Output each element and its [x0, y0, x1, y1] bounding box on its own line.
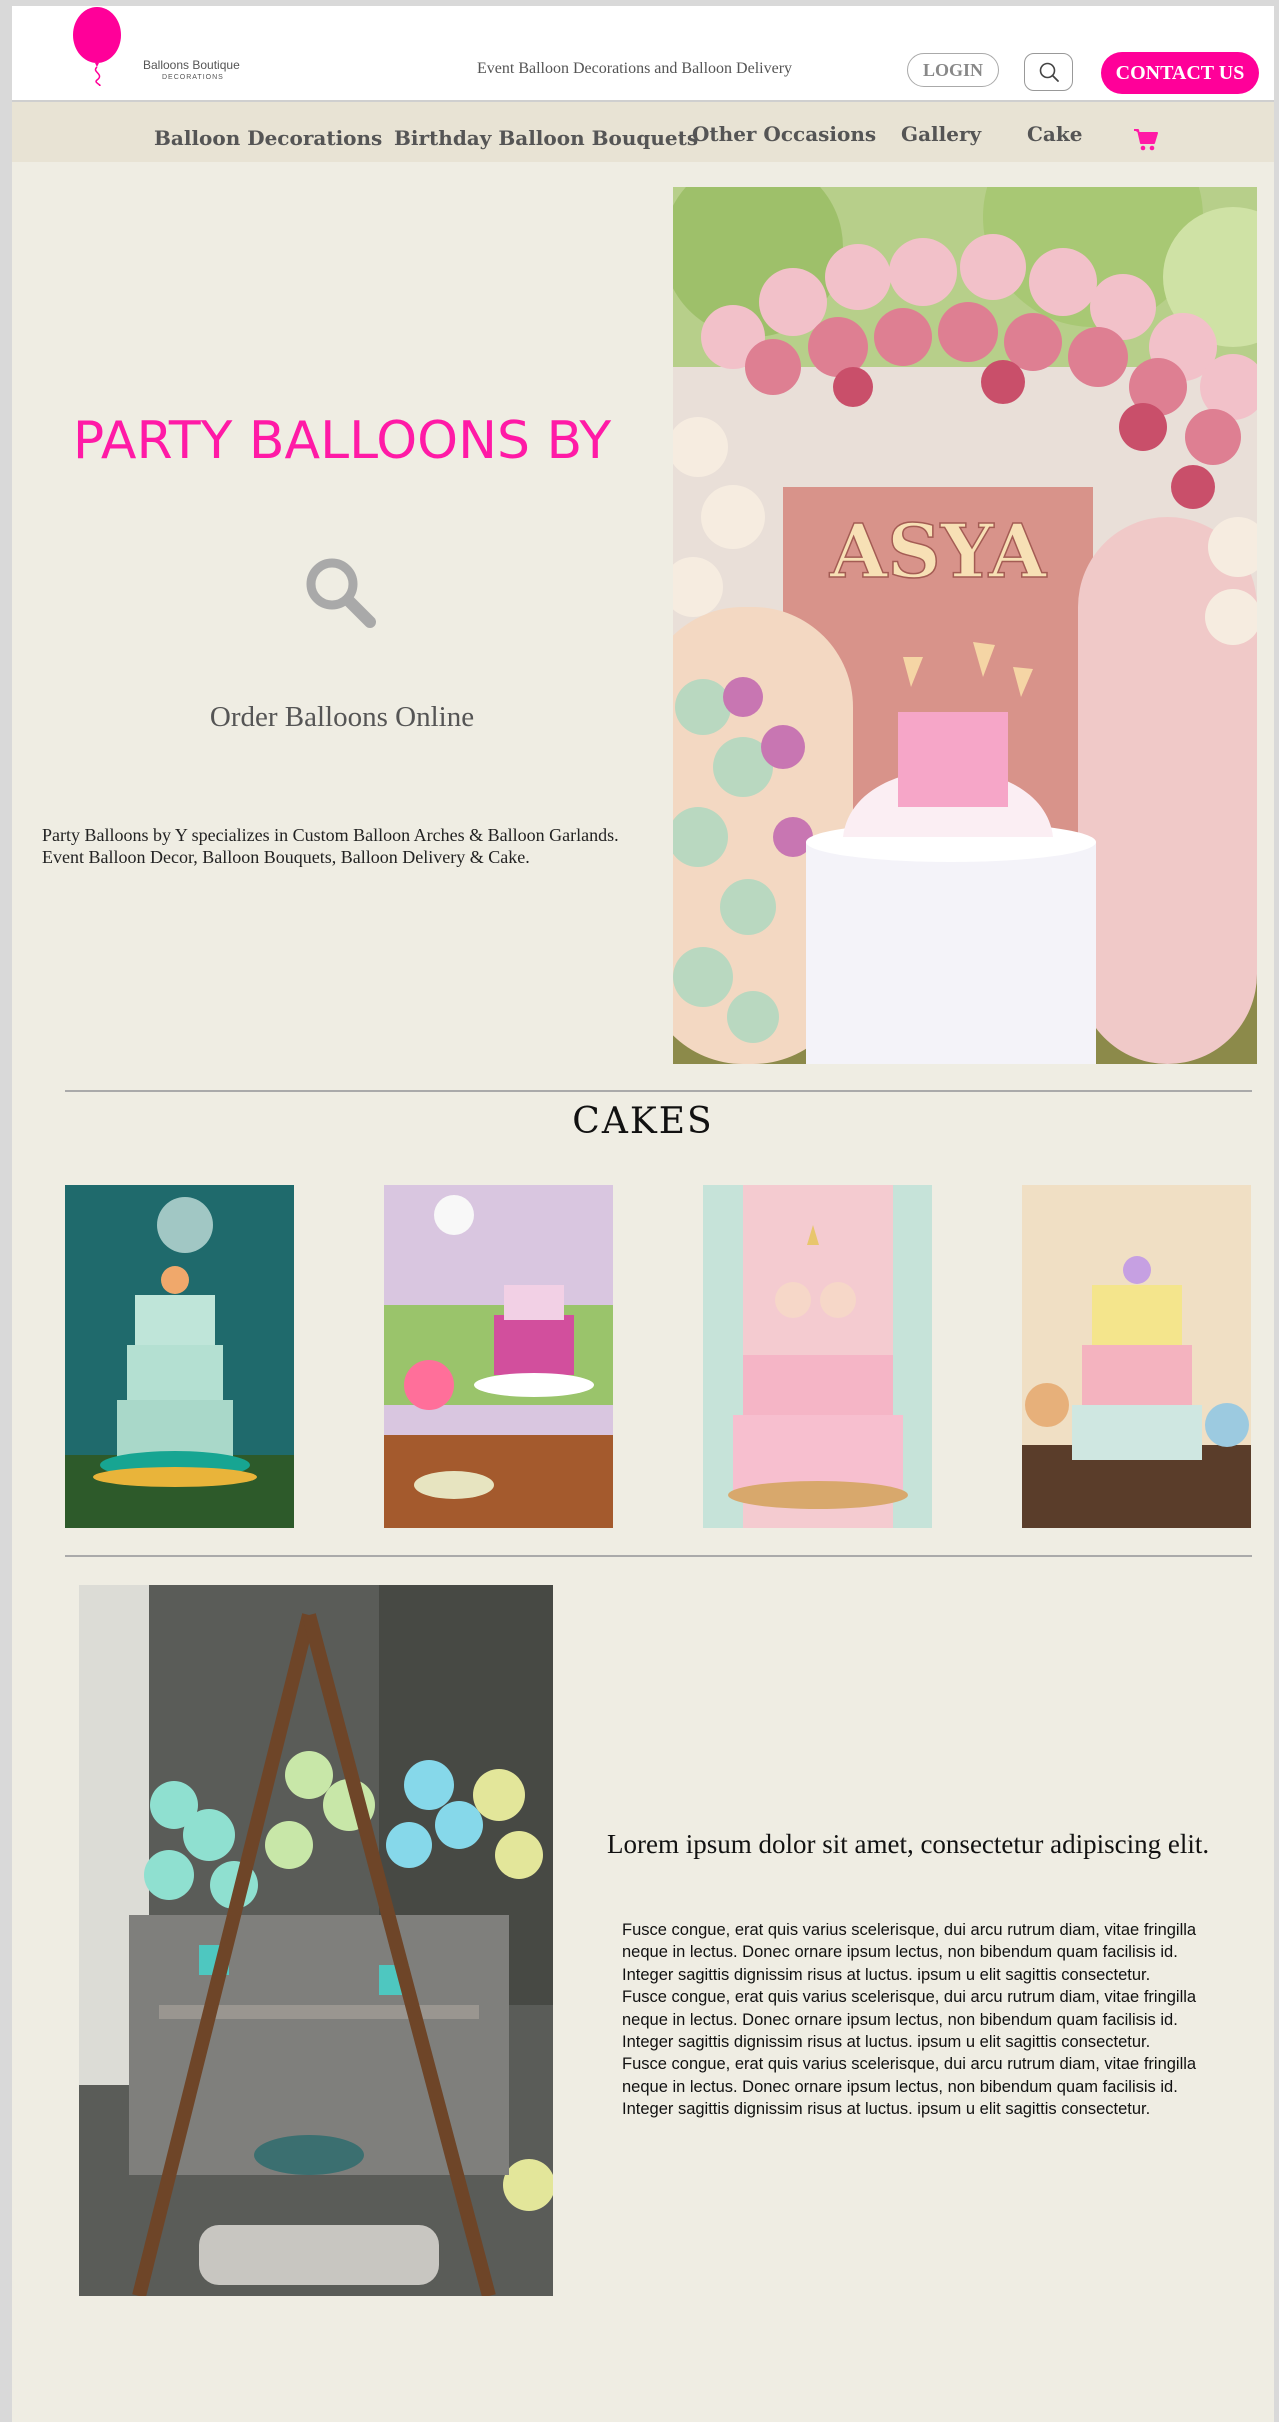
nav-item-other-occasions[interactable]: Other Occasions [692, 122, 876, 146]
nav-item-birthday-balloon-bouquets[interactable]: Birthday Balloon Bouquets [394, 126, 698, 150]
feature-body-line: Integer sagittis dignissim risus at luct… [622, 1965, 1151, 1984]
cake-gallery-image[interactable] [1022, 1185, 1251, 1528]
site-header: Balloons Boutique DECORATIONS Event Ball… [12, 6, 1274, 102]
nav-item-gallery[interactable]: Gallery [901, 122, 981, 146]
feature-body-line: Fusce congue, erat quis varius scelerisq… [622, 2055, 1197, 2074]
feature-body-line: Fusce congue, erat quis varius scelerisq… [622, 1988, 1197, 2007]
party-table-image [79, 1585, 553, 2296]
feature-body-line: Integer sagittis dignissim risus at luct… [622, 2033, 1151, 2052]
search-icon [1039, 62, 1059, 82]
cakes-section-title: CAKES [572, 1101, 714, 1142]
nav-item-cake[interactable]: Cake [1027, 122, 1082, 146]
order-online-heading[interactable]: Order Balloons Online [12, 701, 672, 734]
hero-image-sign-text: ASYA [829, 509, 1048, 595]
feature-body-line: Fusce congue, erat quis varius scelerisq… [622, 1921, 1197, 1939]
hero-balloon-arch-image: ASYA [673, 187, 1257, 1064]
search-button[interactable] [1024, 53, 1073, 91]
contact-us-button[interactable]: CONTACT US [1101, 52, 1259, 94]
section-divider [65, 1090, 1252, 1092]
feature-body: Fusce congue, erat quis varius scelerisq… [622, 1919, 1252, 2121]
hero-description-line: Event Balloon Decor, Balloon Bouquets, B… [42, 847, 530, 867]
feature-body-line: neque in lectus. Donec ornare ipsum lect… [622, 2077, 1178, 2096]
feature-body-line: Integer sagittis dignissim risus at luct… [622, 2100, 1151, 2119]
search-icon[interactable] [302, 554, 380, 632]
header-tagline: Event Balloon Decorations and Balloon De… [477, 60, 793, 77]
hero-title: PARTY BALLOONS BY [72, 411, 612, 471]
feature-title: Lorem ipsum dolor sit amet, consectetur … [607, 1829, 1210, 1859]
hero-description-line: Party Balloons by Y specializes in Custo… [42, 825, 619, 845]
main-nav: Balloon Decorations Birthday Balloon Bou… [12, 102, 1274, 162]
page-frame: Balloons Boutique DECORATIONS Event Ball… [12, 6, 1274, 2422]
cake-gallery-image[interactable] [384, 1185, 613, 1528]
feature-body-line: neque in lectus. Donec ornare ipsum lect… [622, 2010, 1178, 2029]
section-divider [65, 1555, 1252, 1557]
nav-item-balloon-decorations[interactable]: Balloon Decorations [154, 126, 382, 150]
cake-gallery-image[interactable] [703, 1185, 932, 1528]
login-button[interactable]: LOGIN [907, 53, 999, 87]
feature-body-line: neque in lectus. Donec ornare ipsum lect… [622, 1943, 1178, 1962]
cake-gallery-image[interactable] [65, 1185, 294, 1528]
brand-name[interactable]: Balloons Boutique [143, 58, 240, 72]
brand-subtitle: DECORATIONS [162, 74, 224, 81]
hero-description: Party Balloons by Y specializes in Custo… [42, 824, 662, 868]
balloon-logo-icon[interactable] [67, 6, 127, 86]
shopping-cart-icon[interactable] [1133, 128, 1159, 152]
